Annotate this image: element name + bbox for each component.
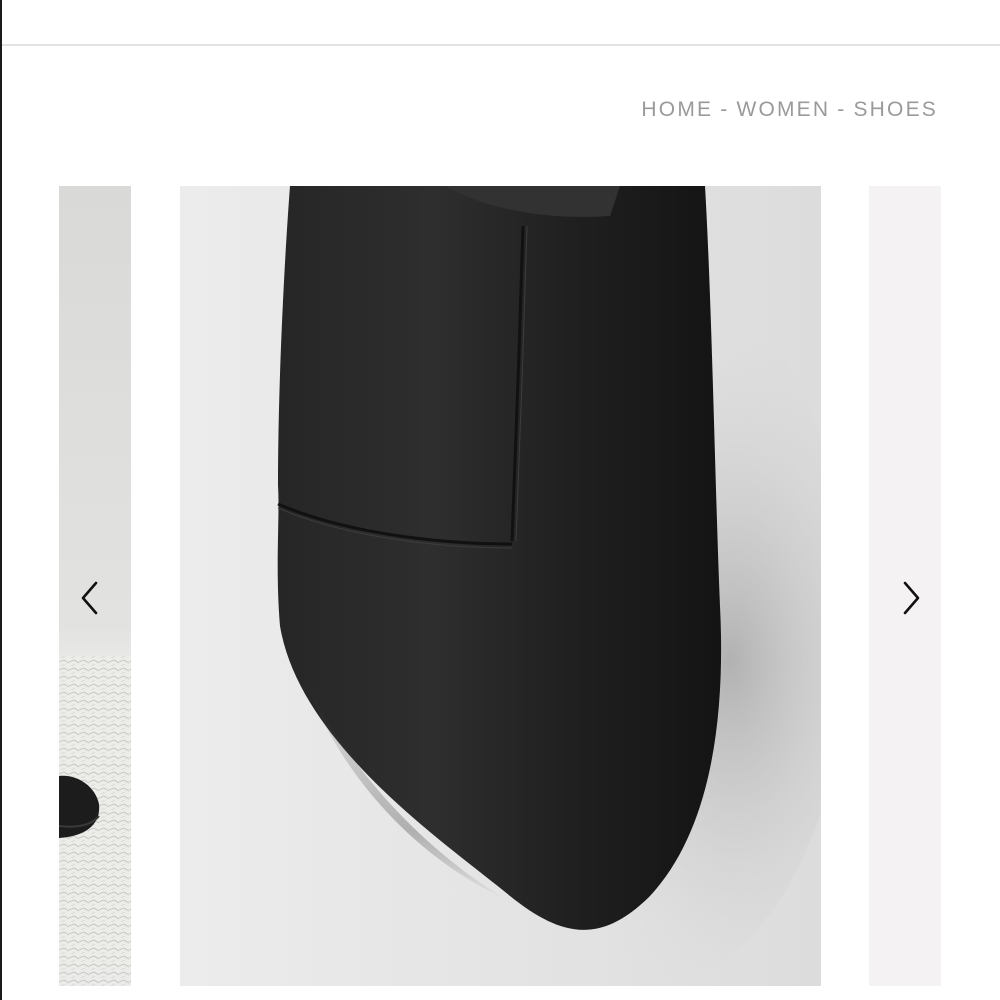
breadcrumb: HOME - WOMEN - SHOES: [641, 98, 938, 122]
carousel-prev-button[interactable]: [70, 580, 110, 620]
breadcrumb-separator: -: [837, 98, 847, 121]
breadcrumb-women[interactable]: WOMEN: [736, 98, 830, 122]
breadcrumb-home[interactable]: HOME: [641, 98, 713, 122]
carousel-next-button[interactable]: [891, 580, 931, 620]
current-slide-image[interactable]: [180, 186, 821, 986]
product-image-carousel: [0, 186, 1000, 986]
breadcrumb-shoes[interactable]: SHOES: [853, 98, 938, 122]
product-page: HOME - WOMEN - SHOES: [0, 0, 1000, 1000]
header-bar: [0, 0, 1000, 46]
breadcrumb-separator: -: [720, 98, 730, 121]
chevron-left-icon: [80, 581, 100, 620]
chevron-right-icon: [901, 581, 921, 620]
